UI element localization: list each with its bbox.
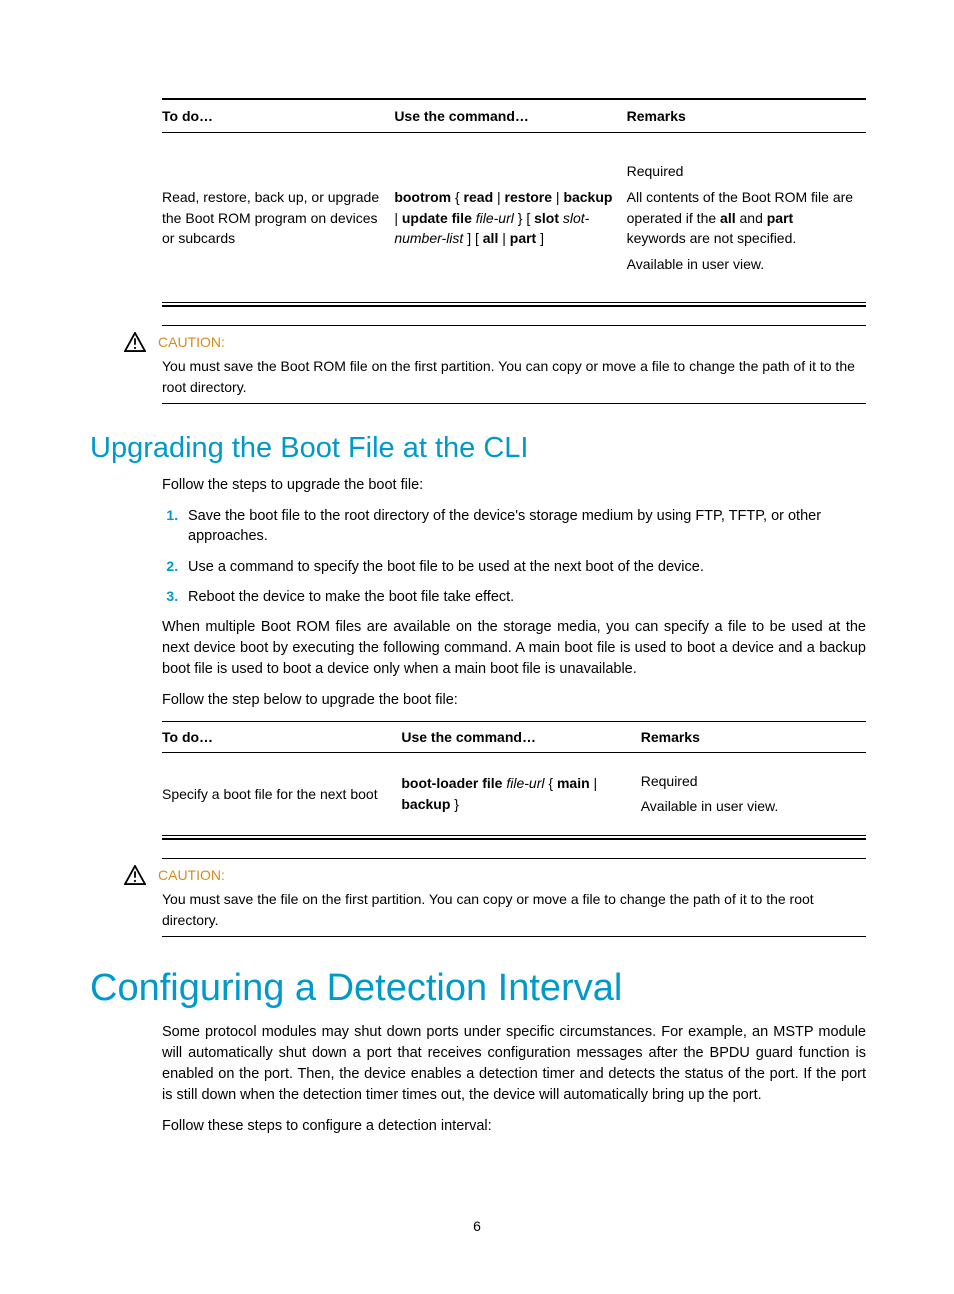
paragraph: Some protocol modules may shut down port… <box>162 1022 866 1106</box>
list-item: Save the boot file to the root directory… <box>182 506 866 547</box>
caution-text: You must save the Boot ROM file on the f… <box>162 356 866 397</box>
cmd-keyword: slot <box>534 210 559 226</box>
warning-triangle-icon <box>124 332 146 352</box>
cmd-keyword: backup <box>563 189 612 205</box>
section-heading-detection-interval: Configuring a Detection Interval <box>90 967 866 1010</box>
cmd-keyword: main <box>557 775 590 791</box>
cell-command: bootrom { read | restore | backup | upda… <box>394 133 626 303</box>
remark-line: Available in user view. <box>627 254 856 274</box>
remark-line: Available in user view. <box>641 796 860 817</box>
caution-text: You must save the file on the first part… <box>162 889 866 930</box>
th-remarks: Remarks <box>627 99 866 133</box>
cmd-keyword: update file <box>402 210 472 226</box>
cmd-keyword: all <box>483 230 499 246</box>
paragraph: Follow the step below to upgrade the boo… <box>162 690 866 711</box>
table-row: Read, restore, back up, or upgrade the B… <box>162 133 866 303</box>
th-remarks: Remarks <box>641 722 866 753</box>
warning-triangle-icon <box>124 865 146 885</box>
command-table-bootloader: To do… Use the command… Remarks Specify … <box>162 721 866 835</box>
caution-block: CAUTION: You must save the Boot ROM file… <box>124 325 866 404</box>
table-row: Specify a boot file for the next boot bo… <box>162 753 866 836</box>
section-heading-upgrading-boot-file: Upgrading the Boot File at the CLI <box>90 432 866 465</box>
cell-todo: Read, restore, back up, or upgrade the B… <box>162 133 394 303</box>
cmd-arg: file-url <box>476 210 514 226</box>
th-command: Use the command… <box>401 722 640 753</box>
table-header-row: To do… Use the command… Remarks <box>162 99 866 133</box>
cell-remarks: Required All contents of the Boot ROM fi… <box>627 133 866 303</box>
list-item: Use a command to specify the boot file t… <box>182 557 866 577</box>
caution-heading: CAUTION: <box>124 332 866 352</box>
caution-heading: CAUTION: <box>124 865 866 885</box>
cmd-keyword: boot-loader file <box>401 775 502 791</box>
caution-label: CAUTION: <box>158 867 225 883</box>
th-todo: To do… <box>162 722 401 753</box>
paragraph: Follow these steps to configure a detect… <box>162 1116 866 1137</box>
cmd-arg: file-url <box>506 775 544 791</box>
remark-line: Required <box>627 161 856 181</box>
paragraph: When multiple Boot ROM files are availab… <box>162 617 866 680</box>
remark-line: Required <box>641 771 860 792</box>
intro-text: Follow the steps to upgrade the boot fil… <box>162 475 866 496</box>
page-number: 6 <box>0 1218 954 1234</box>
remark-line: All contents of the Boot ROM file are op… <box>627 187 856 248</box>
caution-label: CAUTION: <box>158 334 225 350</box>
list-item: Reboot the device to make the boot file … <box>182 587 866 607</box>
cell-command: boot-loader file file-url { main | backu… <box>401 753 640 836</box>
cmd-keyword: backup <box>401 796 450 812</box>
table-header-row: To do… Use the command… Remarks <box>162 722 866 753</box>
cmd-keyword: read <box>464 189 494 205</box>
table-rule <box>162 305 866 307</box>
table-rule <box>162 835 866 836</box>
th-command: Use the command… <box>394 99 626 133</box>
table-rule <box>162 302 866 303</box>
cmd-keyword: bootrom <box>394 189 451 205</box>
table-rule <box>162 838 866 840</box>
cmd-keyword: restore <box>505 189 552 205</box>
caution-block: CAUTION: You must save the file on the f… <box>124 858 866 937</box>
cell-remarks: Required Available in user view. <box>641 753 866 836</box>
cmd-keyword: part <box>510 230 536 246</box>
cell-todo: Specify a boot file for the next boot <box>162 753 401 836</box>
command-table-bootrom: To do… Use the command… Remarks Read, re… <box>162 98 866 302</box>
steps-list: Save the boot file to the root directory… <box>162 506 866 607</box>
th-todo: To do… <box>162 99 394 133</box>
